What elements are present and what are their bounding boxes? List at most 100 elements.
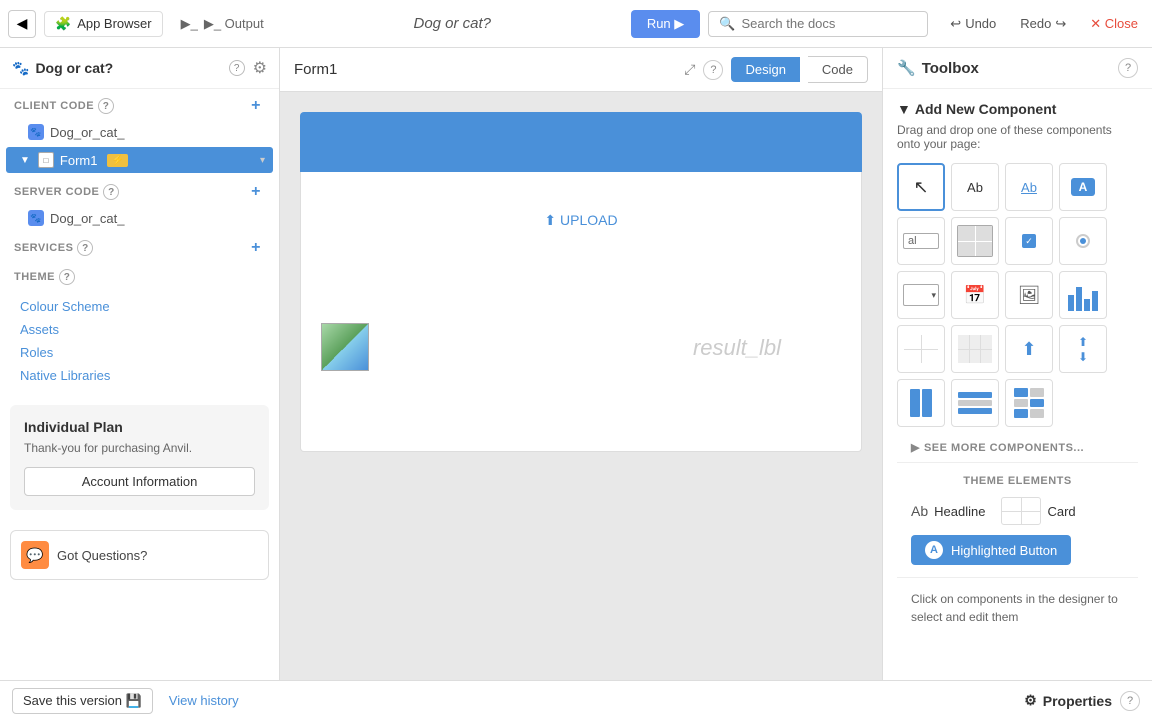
- toolbox-title: 🔧 Toolbox: [897, 59, 979, 77]
- back-button[interactable]: ◀: [8, 10, 36, 38]
- comp-grid-panel[interactable]: [1005, 379, 1053, 427]
- undo-button[interactable]: ↩ Undo: [944, 12, 1002, 36]
- canvas-blue-bar: [300, 112, 862, 172]
- canvas-area: ⬆ UPLOAD result_lbl: [280, 92, 882, 680]
- client-code-add-icon[interactable]: +: [247, 97, 265, 115]
- see-more-label: SEE MORE COMPONENTS...: [924, 442, 1084, 454]
- account-information-button[interactable]: Account Information: [24, 467, 255, 496]
- redo-button[interactable]: Redo ↪: [1014, 12, 1072, 36]
- search-box[interactable]: 🔍: [708, 11, 928, 37]
- headline-label: Headline: [934, 504, 985, 519]
- assets-link[interactable]: Assets: [0, 318, 279, 341]
- save-version-button[interactable]: Save this version 💾: [12, 688, 153, 714]
- services-label-left: SERVICES ?: [14, 240, 93, 256]
- highlighted-btn-icon: A: [925, 541, 943, 559]
- component-grid-row1: ↖ Ab Ab A: [897, 163, 1138, 211]
- pointer-icon: ↖: [913, 177, 928, 198]
- services-help-icon[interactable]: ?: [77, 240, 93, 256]
- result-label: result_lbl: [693, 335, 781, 361]
- undo-icon: ↩: [950, 16, 961, 32]
- comp-image[interactable]: 🖼: [1005, 271, 1053, 319]
- highlighted-button-element[interactable]: A Highlighted Button: [911, 535, 1071, 565]
- view-history-link[interactable]: View history: [169, 693, 239, 708]
- headline-element[interactable]: Ab Headline: [911, 503, 985, 519]
- comp-file-loader[interactable]: ⬆: [1005, 325, 1053, 373]
- component-grid-row5: [897, 379, 1138, 427]
- toolbox-help-icon[interactable]: ?: [1118, 58, 1138, 78]
- output-tab[interactable]: ▶_ ▶_ Output: [171, 12, 274, 36]
- canvas-white-area[interactable]: ⬆ UPLOAD result_lbl: [300, 172, 862, 452]
- client-code-help-icon[interactable]: ?: [98, 98, 114, 114]
- run-button[interactable]: Run ▶: [631, 10, 700, 38]
- server-code-label: SERVER CODE: [14, 186, 99, 198]
- highlighted-btn-label: Highlighted Button: [951, 543, 1057, 558]
- search-input[interactable]: [741, 16, 901, 31]
- code-tab[interactable]: Code: [808, 56, 868, 83]
- comp-datagrid[interactable]: [897, 325, 945, 373]
- comp-flow-panel[interactable]: [951, 379, 999, 427]
- server-code-help-icon[interactable]: ?: [103, 184, 119, 200]
- form1-dropdown-arrow[interactable]: ▾: [260, 155, 265, 166]
- comp-repeating-panel[interactable]: [951, 325, 999, 373]
- properties-help-icon[interactable]: ?: [1120, 691, 1140, 711]
- toolbox-title-text: Toolbox: [922, 60, 979, 77]
- services-add-icon[interactable]: +: [247, 239, 265, 257]
- server-module-item[interactable]: 🐾 Dog_or_cat_: [0, 205, 279, 231]
- comp-checkbox[interactable]: ✓: [1005, 217, 1053, 265]
- repeating-panel-icon: [958, 335, 992, 363]
- roles-link[interactable]: Roles: [0, 341, 279, 364]
- app-browser-icon: 🧩: [55, 16, 71, 32]
- got-questions-item[interactable]: 💬 Got Questions?: [10, 530, 269, 580]
- comp-textarea[interactable]: [951, 217, 999, 265]
- client-module-item[interactable]: 🐾 Dog_or_cat_: [0, 119, 279, 145]
- comp-radio[interactable]: [1059, 217, 1107, 265]
- plan-title: Individual Plan: [24, 419, 255, 435]
- card-icon: [1001, 497, 1041, 525]
- properties-icon: ⚙: [1024, 692, 1037, 709]
- sidebar-help-icon[interactable]: ?: [229, 60, 245, 76]
- colour-scheme-link[interactable]: Colour Scheme: [0, 295, 279, 318]
- native-libraries-link[interactable]: Native Libraries: [0, 364, 279, 387]
- comp-pointer[interactable]: ↖: [897, 163, 945, 211]
- comp-dropdown[interactable]: ▾: [897, 271, 945, 319]
- comp-chart[interactable]: [1059, 271, 1107, 319]
- app-title: Dog or cat?: [282, 15, 623, 32]
- add-component-title: ▼ Add New Component: [897, 101, 1138, 117]
- client-code-label: CLIENT CODE: [14, 100, 94, 112]
- design-tab[interactable]: Design: [731, 57, 799, 82]
- comp-label[interactable]: Ab: [951, 163, 999, 211]
- label-icon: Ab: [967, 180, 983, 195]
- properties-section: ⚙ Properties ?: [1024, 691, 1140, 711]
- card-element[interactable]: Card: [1001, 497, 1075, 525]
- output-icon: ▶_: [181, 16, 198, 32]
- client-code-label-left: CLIENT CODE ?: [14, 98, 114, 114]
- see-more-components[interactable]: ▶ SEE MORE COMPONENTS...: [897, 433, 1138, 462]
- close-label: ✕ Close: [1090, 16, 1138, 32]
- add-component-chevron[interactable]: ▼: [897, 101, 911, 117]
- comp-spacer[interactable]: ⬆⬇: [1059, 325, 1107, 373]
- comp-column-panel[interactable]: [897, 379, 945, 427]
- comp-button[interactable]: A: [1059, 163, 1107, 211]
- card-label: Card: [1047, 504, 1075, 519]
- properties-label: Properties: [1043, 693, 1112, 709]
- theme-help-icon[interactable]: ?: [59, 269, 75, 285]
- comp-textbox[interactable]: al: [897, 217, 945, 265]
- theme-links-section: Colour Scheme Assets Roles Native Librar…: [0, 289, 279, 393]
- sidebar-settings-icon[interactable]: ⚙: [253, 58, 267, 78]
- canvas-image-placeholder: [321, 323, 369, 371]
- comp-link[interactable]: Ab: [1005, 163, 1053, 211]
- image-icon: 🖼: [1018, 285, 1041, 306]
- upload-area[interactable]: ⬆ UPLOAD: [321, 192, 841, 249]
- add-component-desc: Drag and drop one of these components on…: [897, 123, 1138, 151]
- comp-datepicker[interactable]: 📅: [951, 271, 999, 319]
- topbar: ◀ 🧩 App Browser ▶_ ▶_ Output Dog or cat?…: [0, 0, 1152, 48]
- sidebar-app-icon: 🐾: [12, 60, 29, 77]
- server-code-add-icon[interactable]: +: [247, 183, 265, 201]
- expand-icon[interactable]: ⤢: [684, 61, 695, 78]
- form1-item[interactable]: ▼ □ Form1 ⚡ ▾: [6, 147, 273, 173]
- app-browser-tab[interactable]: 🧩 App Browser: [44, 11, 163, 37]
- form1-label: Form1: [60, 153, 98, 168]
- center-help-icon[interactable]: ?: [703, 60, 723, 80]
- close-button[interactable]: ✕ Close: [1084, 12, 1144, 36]
- headline-icon: Ab: [911, 503, 928, 519]
